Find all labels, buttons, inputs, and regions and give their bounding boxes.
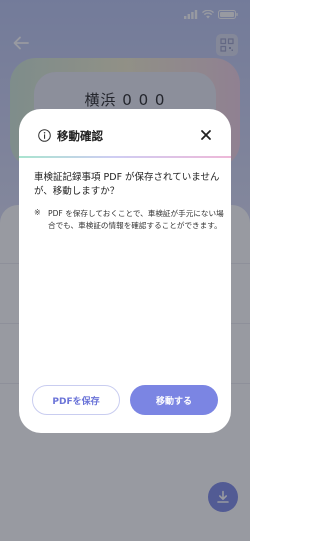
note-mark: ※ xyxy=(34,208,41,217)
info-icon xyxy=(38,129,51,142)
move-confirm-dialog: 移動確認 車検証記録事項 PDF が保存されていませんが、移動しますか？ ※ P… xyxy=(19,109,231,433)
move-button[interactable]: 移動する xyxy=(130,385,218,415)
close-icon[interactable] xyxy=(199,128,213,142)
dialog-header: 移動確認 xyxy=(19,109,231,159)
dialog-note: PDF を保存しておくことで、車検証が手元にない場合でも、車検証の情報を確認する… xyxy=(48,209,224,230)
dialog-message: 車検証記録事項 PDF が保存されていませんが、移動しますか？ xyxy=(34,172,220,197)
dialog-divider xyxy=(19,156,231,158)
save-pdf-button[interactable]: PDFを保存 xyxy=(32,385,120,415)
dialog-title: 移動確認 xyxy=(57,129,103,143)
